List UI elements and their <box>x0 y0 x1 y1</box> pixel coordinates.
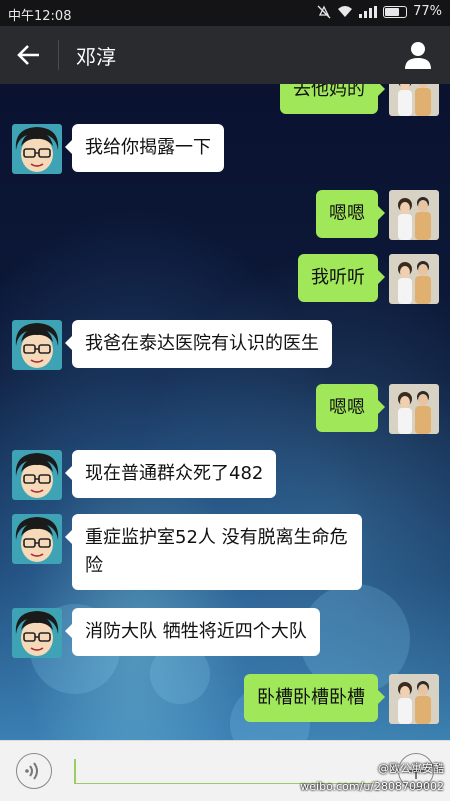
message-row: 现在普通群众死了482 <box>0 450 450 502</box>
message-row: 我爸在泰达医院有认识的医生 <box>0 320 450 372</box>
received-message-bubble[interactable]: 重症监护室52人 没有脱离生命危险 <box>65 514 362 590</box>
signal-icon <box>359 5 378 18</box>
contact-avatar[interactable] <box>12 124 62 174</box>
message-row: 消防大队 牺牲将近四个大队 <box>0 608 450 660</box>
sent-message-bubble[interactable]: 嗯嗯 <box>316 384 385 432</box>
contact-avatar[interactable] <box>12 608 62 658</box>
sent-message-bubble[interactable]: 去他妈的 <box>280 84 385 114</box>
contact-avatar[interactable] <box>12 320 62 370</box>
my-avatar[interactable] <box>389 84 439 116</box>
header-divider <box>58 40 59 70</box>
contact-profile-icon[interactable] <box>404 40 432 70</box>
received-message-bubble[interactable]: 我爸在泰达医院有认识的医生 <box>65 320 332 368</box>
watermark-handle: @欧公寓安酷 <box>378 762 444 775</box>
sent-message-bubble[interactable]: 嗯嗯 <box>316 190 385 238</box>
status-bar: 中午12:08 77% <box>0 0 450 26</box>
my-avatar[interactable] <box>389 254 439 304</box>
message-row: 我听听 <box>0 254 450 306</box>
message-list[interactable]: 去他妈的 我给你揭露一下 嗯嗯 我听听 我爸在泰达医院有认识的医生 嗯嗯 现在普通群众死了4… <box>0 84 450 740</box>
received-message-bubble[interactable]: 消防大队 牺牲将近四个大队 <box>65 608 320 656</box>
sent-message-bubble[interactable]: 卧槽卧槽卧槽 <box>244 674 385 722</box>
sent-message-bubble[interactable]: 我听听 <box>298 254 385 302</box>
watermark-url: weibo.com/u/2808709002 <box>300 780 444 793</box>
text-cursor <box>74 759 76 783</box>
my-avatar[interactable] <box>389 190 439 240</box>
contact-avatar[interactable] <box>12 514 62 564</box>
my-avatar[interactable] <box>389 384 439 434</box>
message-row: 我给你揭露一下 <box>0 124 450 176</box>
weibo-watermark: @欧公寓安酷 weibo.com/u/2808709002 <box>300 760 444 796</box>
message-row: 重症监护室52人 没有脱离生命危险 <box>0 514 450 590</box>
message-row: 嗯嗯 <box>0 384 450 436</box>
message-row: 卧槽卧槽卧槽 <box>0 674 450 726</box>
chat-header: 邓淳 <box>0 26 450 84</box>
received-message-bubble[interactable]: 我给你揭露一下 <box>65 124 224 172</box>
voice-input-icon[interactable] <box>16 753 52 789</box>
status-time: 中午12:08 <box>8 9 72 24</box>
contact-name: 邓淳 <box>76 45 116 69</box>
my-avatar[interactable] <box>389 674 439 724</box>
message-row: 嗯嗯 <box>0 190 450 242</box>
mute-icon <box>317 5 331 18</box>
contact-avatar[interactable] <box>12 450 62 500</box>
battery-percent: 77% <box>413 4 442 19</box>
status-icons: 77% <box>317 4 442 19</box>
wifi-icon <box>338 6 353 17</box>
message-row: 去他妈的 <box>0 84 450 118</box>
back-arrow-icon[interactable] <box>14 40 44 70</box>
battery-icon <box>383 5 408 18</box>
received-message-bubble[interactable]: 现在普通群众死了482 <box>64 450 277 498</box>
